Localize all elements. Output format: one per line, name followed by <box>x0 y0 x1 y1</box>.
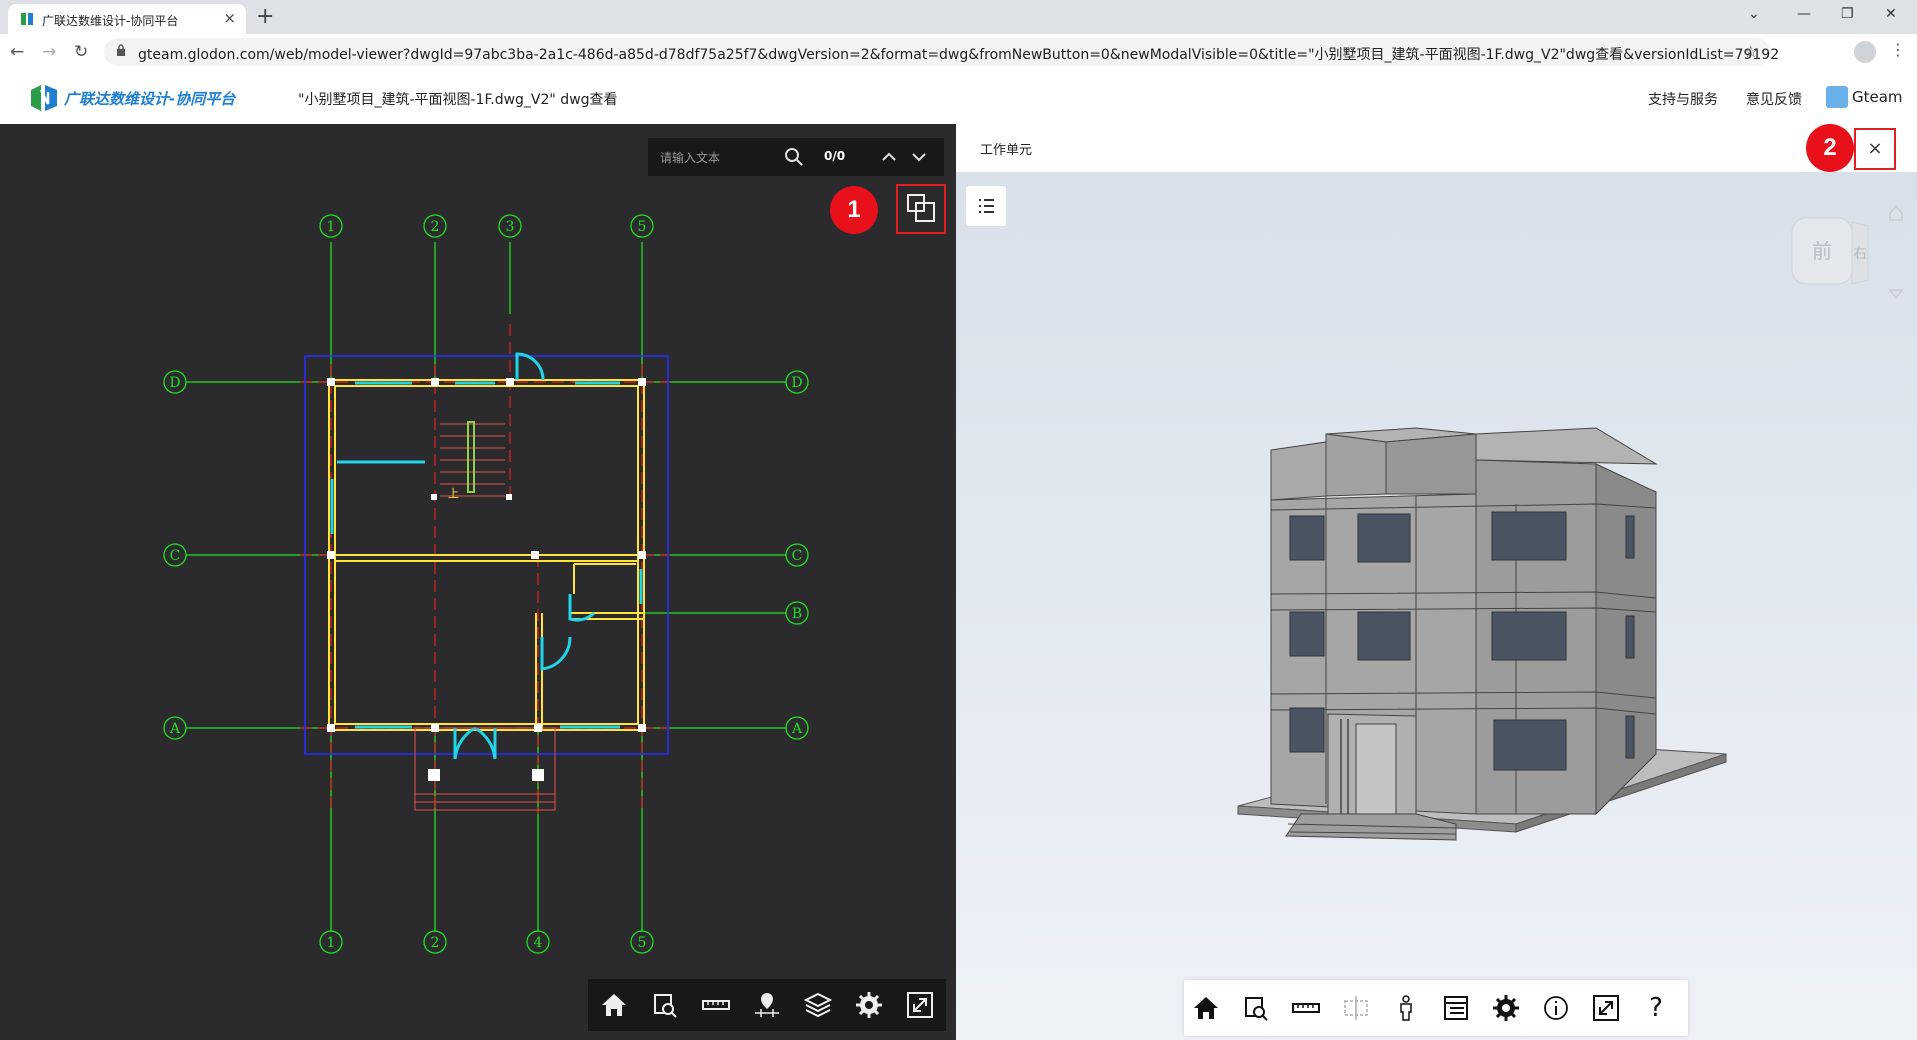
stair-label: 上 <box>448 487 459 500</box>
measure-icon[interactable] <box>700 989 732 1021</box>
model-toolbar: ? <box>1184 980 1688 1036</box>
properties-icon[interactable] <box>1440 992 1472 1024</box>
grid-label-top-2: 2 <box>431 219 440 235</box>
minimize-icon[interactable]: — <box>1797 6 1811 22</box>
locate-icon[interactable] <box>751 989 783 1021</box>
home-icon[interactable] <box>1190 992 1222 1024</box>
browser-menu-icon[interactable]: ⋮ <box>1890 40 1906 59</box>
windows <box>330 352 643 760</box>
profile-avatar-icon[interactable] <box>1854 41 1876 63</box>
layers-icon[interactable] <box>802 989 834 1021</box>
user-name[interactable]: Gteam <box>1852 88 1903 106</box>
compare-view-icon <box>907 194 935 222</box>
support-link[interactable]: 支持与服务 <box>1648 89 1718 109</box>
feedback-link[interactable]: 意见反馈 <box>1746 89 1802 109</box>
grid-label-right-A: A <box>791 721 803 737</box>
grid-bubbles <box>163 214 809 954</box>
tab-close-icon[interactable]: × <box>223 9 236 27</box>
text-search-box: 0/0 <box>648 138 944 176</box>
help-icon[interactable]: ? <box>1640 992 1672 1024</box>
person-icon[interactable] <box>1390 992 1422 1024</box>
grid-label-bottom-2: 2 <box>431 935 440 951</box>
settings-icon[interactable] <box>1490 992 1522 1024</box>
compare-view-button[interactable] <box>896 184 946 234</box>
fullscreen-icon[interactable] <box>904 989 936 1021</box>
grid-label-bottom-1: 1 <box>327 935 336 951</box>
zoom-window-icon[interactable] <box>649 989 681 1021</box>
url-omnibox[interactable]: gteam.glodon.com/web/model-viewer?dwgId=… <box>104 38 1779 66</box>
address-bar-row: ← → ↻ gteam.glodon.com/web/model-viewer?… <box>0 34 1917 71</box>
building-3d-model[interactable] <box>956 124 1917 1040</box>
stairs <box>440 423 505 497</box>
section-icon[interactable] <box>1340 992 1372 1024</box>
grid-label-right-C: C <box>792 548 803 564</box>
browser-tab-bar: 广联达数维设计-协同平台 × + ⌄ — ❐ ✕ <box>0 0 1917 34</box>
lock-icon <box>117 44 125 56</box>
search-icon[interactable] <box>784 147 804 167</box>
measure-icon[interactable] <box>1290 992 1322 1024</box>
walls <box>328 379 645 731</box>
fullscreen-icon[interactable] <box>1590 992 1622 1024</box>
grid-label-bottom-4: 4 <box>534 935 543 951</box>
dwg-toolbar <box>588 979 946 1031</box>
search-result-count: 0/0 <box>824 149 846 163</box>
settings-icon[interactable] <box>853 989 885 1021</box>
step-marker-1: 1 <box>830 186 878 234</box>
url-text[interactable]: gteam.glodon.com/web/model-viewer?dwgId=… <box>138 44 1779 64</box>
search-input[interactable] <box>658 147 782 169</box>
document-title: "小别墅项目_建筑-平面视图-1F.dwg_V2" dwg查看 <box>298 92 618 108</box>
restore-icon[interactable]: ❐ <box>1841 6 1854 22</box>
model-viewer-pane[interactable]: 工作单元 2 × 前 右 ? <box>956 124 1917 1040</box>
axis-lines <box>300 324 670 814</box>
grid-label-bottom-5: 5 <box>638 935 647 951</box>
grid-label-top-5: 5 <box>638 219 647 235</box>
grid-lines <box>186 242 786 932</box>
bookmark-star-icon[interactable]: ☆ <box>1744 42 1758 61</box>
grid-label-right-B: B <box>792 606 802 622</box>
brand-name[interactable]: 广联达数维设计-协同平台 <box>64 88 235 109</box>
new-tab-icon[interactable]: + <box>256 4 274 29</box>
tab-title: 广联达数维设计-协同平台 <box>42 14 179 28</box>
floor-plan-drawing[interactable]: 上 1 2 3 5 1 2 4 5 D C A D C B A <box>0 124 956 1040</box>
site-favicon-icon <box>21 13 33 25</box>
forward-icon[interactable]: → <box>42 42 56 62</box>
home-icon[interactable] <box>598 989 630 1021</box>
reload-icon[interactable]: ↻ <box>74 42 88 62</box>
chevron-down-icon[interactable] <box>910 148 928 166</box>
grid-label-right-D: D <box>791 375 802 391</box>
columns <box>327 378 646 781</box>
grid-label-left-A: A <box>169 721 181 737</box>
chevron-up-icon[interactable] <box>880 148 898 166</box>
stair-handrail <box>467 421 475 493</box>
dwg-viewer-pane[interactable]: 上 1 2 3 5 1 2 4 5 D C A D C B A 请输入文本 0/… <box>0 124 956 1040</box>
user-avatar[interactable] <box>1826 86 1848 108</box>
zoom-window-icon[interactable] <box>1240 992 1272 1024</box>
grid-label-top-1: 1 <box>327 219 336 235</box>
grid-label-top-3: 3 <box>506 219 515 235</box>
info-icon[interactable] <box>1540 992 1572 1024</box>
window-close-icon[interactable]: ✕ <box>1885 6 1897 22</box>
app-header: 广联达数维设计-协同平台 "小别墅项目_建筑-平面视图-1F.dwg_V2" d… <box>0 70 1917 125</box>
tab-search-chevron-icon[interactable]: ⌄ <box>1748 6 1760 22</box>
browser-tab[interactable]: 广联达数维设计-协同平台 × <box>8 4 246 34</box>
brand-logo-icon <box>31 85 57 111</box>
grid-label-left-C: C <box>170 548 181 564</box>
grid-label-left-D: D <box>169 375 180 391</box>
back-icon[interactable]: ← <box>10 42 24 62</box>
